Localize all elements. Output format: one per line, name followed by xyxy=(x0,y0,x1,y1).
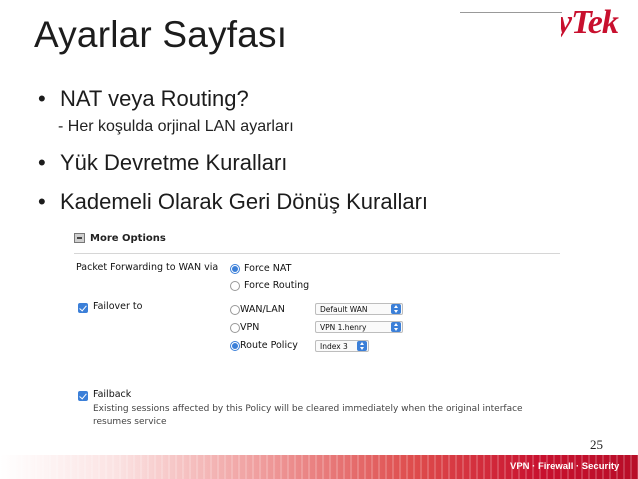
vpn-radio[interactable] xyxy=(230,323,240,333)
select-arrows-icon[interactable] xyxy=(391,304,401,314)
failback-checkbox[interactable] xyxy=(78,391,88,401)
footer-tagline: VPN · Firewall · Security xyxy=(510,461,620,472)
route-policy-label[interactable]: Route Policy xyxy=(240,340,298,351)
sub-item-lan-settings: - Her koşulda orjinal LAN ayarları xyxy=(58,118,294,135)
failover-checkbox[interactable] xyxy=(78,303,88,313)
bullet-text: NAT veya Routing? xyxy=(60,86,249,111)
bullet-marker: • xyxy=(38,150,46,175)
wan-lan-radio[interactable] xyxy=(230,305,240,315)
failback-description-line1: Existing sessions affected by this Polic… xyxy=(93,404,523,414)
header-rule xyxy=(460,12,562,13)
failback-label[interactable]: Failback xyxy=(93,389,131,400)
select-arrows-icon[interactable] xyxy=(391,322,401,332)
failback-description-line2: resumes service xyxy=(93,417,167,427)
bullet-failback-rules: • Kademeli Olarak Geri Dönüş Kuralları xyxy=(38,189,428,215)
collapse-icon[interactable] xyxy=(74,233,85,243)
force-routing-label[interactable]: Force Routing xyxy=(244,280,309,291)
brand-logo-text: yTek xyxy=(561,4,619,41)
footer-banner: VPN · Firewall · Security xyxy=(0,455,638,479)
force-routing-radio[interactable] xyxy=(230,281,240,291)
brand-logo: yTek xyxy=(561,2,638,46)
select-arrows-icon[interactable] xyxy=(357,341,367,351)
vpn-select-value: VPN 1.henry xyxy=(320,322,367,332)
force-nat-radio[interactable] xyxy=(230,264,240,274)
failover-label[interactable]: Failover to xyxy=(93,301,142,312)
slide-title: Ayarlar Sayfası xyxy=(34,14,288,55)
bullet-failover-rules: • Yük Devretme Kuralları xyxy=(38,150,287,176)
route-policy-select-value: Index 3 xyxy=(320,341,348,351)
bullet-text: Yük Devretme Kuralları xyxy=(60,150,288,175)
bullet-marker: • xyxy=(38,86,46,111)
bullet-text: Kademeli Olarak Geri Dönüş Kuralları xyxy=(60,189,429,214)
bullet-nat-routing: • NAT veya Routing? xyxy=(38,86,249,112)
page-number: 25 xyxy=(590,437,603,452)
route-policy-radio[interactable] xyxy=(230,341,240,351)
more-options-title: More Options xyxy=(90,232,166,244)
vpn-select[interactable]: VPN 1.henry xyxy=(315,321,403,333)
force-nat-label[interactable]: Force NAT xyxy=(244,263,291,274)
route-policy-select[interactable]: Index 3 xyxy=(315,340,369,352)
wan-select-value: Default WAN xyxy=(320,304,368,314)
wan-lan-label[interactable]: WAN/LAN xyxy=(240,304,285,315)
bullet-marker: • xyxy=(38,189,46,214)
vpn-label[interactable]: VPN xyxy=(240,322,259,333)
more-options-panel: More Options Packet Forwarding to WAN vi… xyxy=(74,228,560,430)
wan-select[interactable]: Default WAN xyxy=(315,303,403,315)
packet-forwarding-label: Packet Forwarding to WAN via xyxy=(76,262,219,273)
panel-divider xyxy=(74,253,560,254)
more-options-header[interactable]: More Options xyxy=(74,228,166,248)
